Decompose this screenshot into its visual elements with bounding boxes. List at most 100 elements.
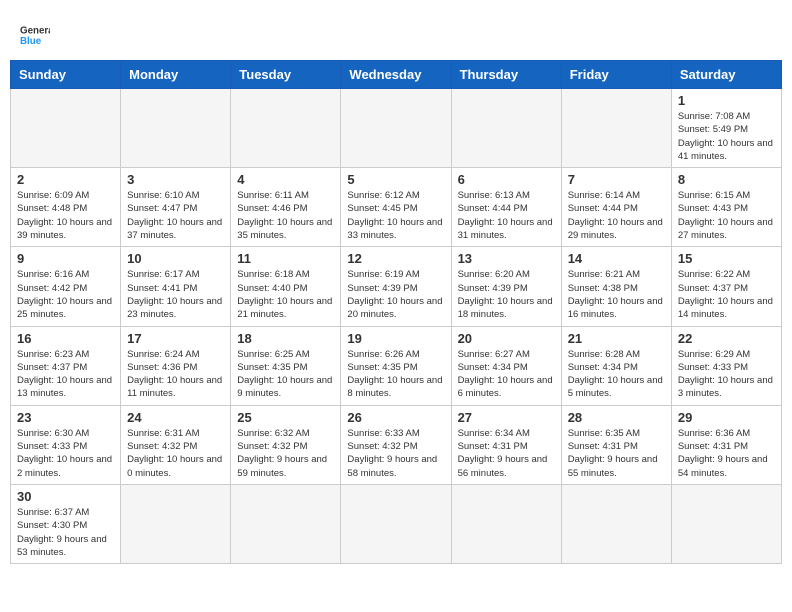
- day-info: Sunrise: 6:20 AMSunset: 4:39 PMDaylight:…: [458, 268, 555, 321]
- calendar-cell: 22 Sunrise: 6:29 AMSunset: 4:33 PMDayligh…: [671, 326, 781, 405]
- day-info: Sunrise: 6:30 AMSunset: 4:33 PMDaylight:…: [17, 427, 114, 480]
- calendar-cell: 15Sunrise: 6:22 AMSunset: 4:37 PMDayligh…: [671, 247, 781, 326]
- weekday-header-row: SundayMondayTuesdayWednesdayThursdayFrid…: [11, 61, 782, 89]
- day-number: 2: [17, 172, 114, 187]
- weekday-header-saturday: Saturday: [671, 61, 781, 89]
- day-info: Sunrise: 6:23 AMSunset: 4:37 PMDaylight:…: [17, 348, 114, 401]
- day-number: 23: [17, 410, 114, 425]
- calendar-cell: 21 Sunrise: 6:28 AMSunset: 4:34 PMDayligh…: [561, 326, 671, 405]
- calendar-cell: 3Sunrise: 6:10 AMSunset: 4:47 PMDaylight…: [121, 168, 231, 247]
- day-number: 15: [678, 251, 775, 266]
- calendar-cell: 4 Sunrise: 6:11 AMSunset: 4:46 PMDaylight…: [231, 168, 341, 247]
- week-row-3: 9Sunrise: 6:16 AMSunset: 4:42 PMDaylight…: [11, 247, 782, 326]
- calendar-cell: 8Sunrise: 6:15 AMSunset: 4:43 PMDaylight…: [671, 168, 781, 247]
- day-number: 29: [678, 410, 775, 425]
- weekday-header-friday: Friday: [561, 61, 671, 89]
- day-info: Sunrise: 6:18 AMSunset: 4:40 PMDaylight:…: [237, 268, 334, 321]
- calendar-cell: [671, 484, 781, 563]
- calendar-cell: 20Sunrise: 6:27 AMSunset: 4:34 PMDayligh…: [451, 326, 561, 405]
- day-number: 6: [458, 172, 555, 187]
- calendar-cell: [231, 484, 341, 563]
- logo: General Blue: [20, 20, 60, 50]
- day-info: Sunrise: 6:37 AMSunset: 4:30 PMDaylight:…: [17, 506, 114, 559]
- calendar-cell: 26 Sunrise: 6:33 AMSunset: 4:32 PMDayligh…: [341, 405, 451, 484]
- calendar-cell: 9Sunrise: 6:16 AMSunset: 4:42 PMDaylight…: [11, 247, 121, 326]
- weekday-header-wednesday: Wednesday: [341, 61, 451, 89]
- calendar: SundayMondayTuesdayWednesdayThursdayFrid…: [10, 60, 782, 564]
- generalblue-logo-icon: General Blue: [20, 20, 50, 50]
- calendar-cell: 23 Sunrise: 6:30 AMSunset: 4:33 PMDayligh…: [11, 405, 121, 484]
- day-number: 26: [347, 410, 444, 425]
- calendar-cell: [341, 484, 451, 563]
- day-number: 28: [568, 410, 665, 425]
- day-number: 12: [347, 251, 444, 266]
- calendar-cell: 27 Sunrise: 6:34 AMSunset: 4:31 PMDayligh…: [451, 405, 561, 484]
- day-info: Sunrise: 6:34 AMSunset: 4:31 PMDaylight:…: [458, 427, 555, 480]
- day-number: 25: [237, 410, 334, 425]
- calendar-cell: [561, 89, 671, 168]
- day-number: 7: [568, 172, 665, 187]
- day-info: Sunrise: 6:35 AMSunset: 4:31 PMDaylight:…: [568, 427, 665, 480]
- day-number: 3: [127, 172, 224, 187]
- day-info: Sunrise: 6:29 AMSunset: 4:33 PMDaylight:…: [678, 348, 775, 401]
- calendar-cell: 16 Sunrise: 6:23 AMSunset: 4:37 PMDayligh…: [11, 326, 121, 405]
- weekday-header-sunday: Sunday: [11, 61, 121, 89]
- day-number: 30: [17, 489, 114, 504]
- calendar-cell: 17Sunrise: 6:24 AMSunset: 4:36 PMDayligh…: [121, 326, 231, 405]
- day-number: 13: [458, 251, 555, 266]
- day-info: Sunrise: 6:12 AMSunset: 4:45 PMDaylight:…: [347, 189, 444, 242]
- day-info: Sunrise: 6:17 AMSunset: 4:41 PMDaylight:…: [127, 268, 224, 321]
- day-number: 20: [458, 331, 555, 346]
- calendar-cell: 18Sunrise: 6:25 AMSunset: 4:35 PMDayligh…: [231, 326, 341, 405]
- day-number: 9: [17, 251, 114, 266]
- calendar-cell: [451, 484, 561, 563]
- day-number: 4: [237, 172, 334, 187]
- day-number: 22: [678, 331, 775, 346]
- calendar-cell: 1Sunrise: 7:08 AMSunset: 5:49 PMDaylight…: [671, 89, 781, 168]
- weekday-header-tuesday: Tuesday: [231, 61, 341, 89]
- svg-text:Blue: Blue: [20, 36, 42, 47]
- day-info: Sunrise: 6:15 AMSunset: 4:43 PMDaylight:…: [678, 189, 775, 242]
- day-info: Sunrise: 6:32 AMSunset: 4:32 PMDaylight:…: [237, 427, 334, 480]
- day-info: Sunrise: 6:25 AMSunset: 4:35 PMDaylight:…: [237, 348, 334, 401]
- calendar-cell: 7 Sunrise: 6:14 AMSunset: 4:44 PMDaylight…: [561, 168, 671, 247]
- day-info: Sunrise: 6:33 AMSunset: 4:32 PMDaylight:…: [347, 427, 444, 480]
- calendar-cell: 29 Sunrise: 6:36 AMSunset: 4:31 PMDayligh…: [671, 405, 781, 484]
- day-number: 1: [678, 93, 775, 108]
- calendar-cell: 24Sunrise: 6:31 AMSunset: 4:32 PMDayligh…: [121, 405, 231, 484]
- day-info: Sunrise: 6:36 AMSunset: 4:31 PMDaylight:…: [678, 427, 775, 480]
- week-row-4: 16 Sunrise: 6:23 AMSunset: 4:37 PMDayligh…: [11, 326, 782, 405]
- calendar-cell: [121, 484, 231, 563]
- day-info: Sunrise: 6:14 AMSunset: 4:44 PMDaylight:…: [568, 189, 665, 242]
- calendar-cell: 6Sunrise: 6:13 AMSunset: 4:44 PMDaylight…: [451, 168, 561, 247]
- day-info: Sunrise: 6:09 AMSunset: 4:48 PMDaylight:…: [17, 189, 114, 242]
- day-number: 10: [127, 251, 224, 266]
- calendar-cell: 13 Sunrise: 6:20 AMSunset: 4:39 PMDayligh…: [451, 247, 561, 326]
- day-number: 14: [568, 251, 665, 266]
- calendar-cell: 25 Sunrise: 6:32 AMSunset: 4:32 PMDayligh…: [231, 405, 341, 484]
- calendar-cell: 2 Sunrise: 6:09 AMSunset: 4:48 PMDaylight…: [11, 168, 121, 247]
- calendar-cell: 14 Sunrise: 6:21 AMSunset: 4:38 PMDayligh…: [561, 247, 671, 326]
- week-row-6: 30 Sunrise: 6:37 AMSunset: 4:30 PMDayligh…: [11, 484, 782, 563]
- day-info: Sunrise: 6:21 AMSunset: 4:38 PMDaylight:…: [568, 268, 665, 321]
- day-number: 21: [568, 331, 665, 346]
- calendar-cell: 28 Sunrise: 6:35 AMSunset: 4:31 PMDayligh…: [561, 405, 671, 484]
- day-number: 24: [127, 410, 224, 425]
- day-number: 16: [17, 331, 114, 346]
- day-info: Sunrise: 6:28 AMSunset: 4:34 PMDaylight:…: [568, 348, 665, 401]
- calendar-cell: [451, 89, 561, 168]
- day-number: 11: [237, 251, 334, 266]
- weekday-header-monday: Monday: [121, 61, 231, 89]
- calendar-cell: [341, 89, 451, 168]
- calendar-cell: [561, 484, 671, 563]
- day-number: 27: [458, 410, 555, 425]
- svg-text:General: General: [20, 26, 50, 37]
- calendar-cell: 30 Sunrise: 6:37 AMSunset: 4:30 PMDayligh…: [11, 484, 121, 563]
- calendar-cell: 12Sunrise: 6:19 AMSunset: 4:39 PMDayligh…: [341, 247, 451, 326]
- day-info: Sunrise: 6:11 AMSunset: 4:46 PMDaylight:…: [237, 189, 334, 242]
- week-row-1: 1Sunrise: 7:08 AMSunset: 5:49 PMDaylight…: [11, 89, 782, 168]
- day-number: 19: [347, 331, 444, 346]
- calendar-cell: [11, 89, 121, 168]
- weekday-header-thursday: Thursday: [451, 61, 561, 89]
- calendar-cell: 11 Sunrise: 6:18 AMSunset: 4:40 PMDayligh…: [231, 247, 341, 326]
